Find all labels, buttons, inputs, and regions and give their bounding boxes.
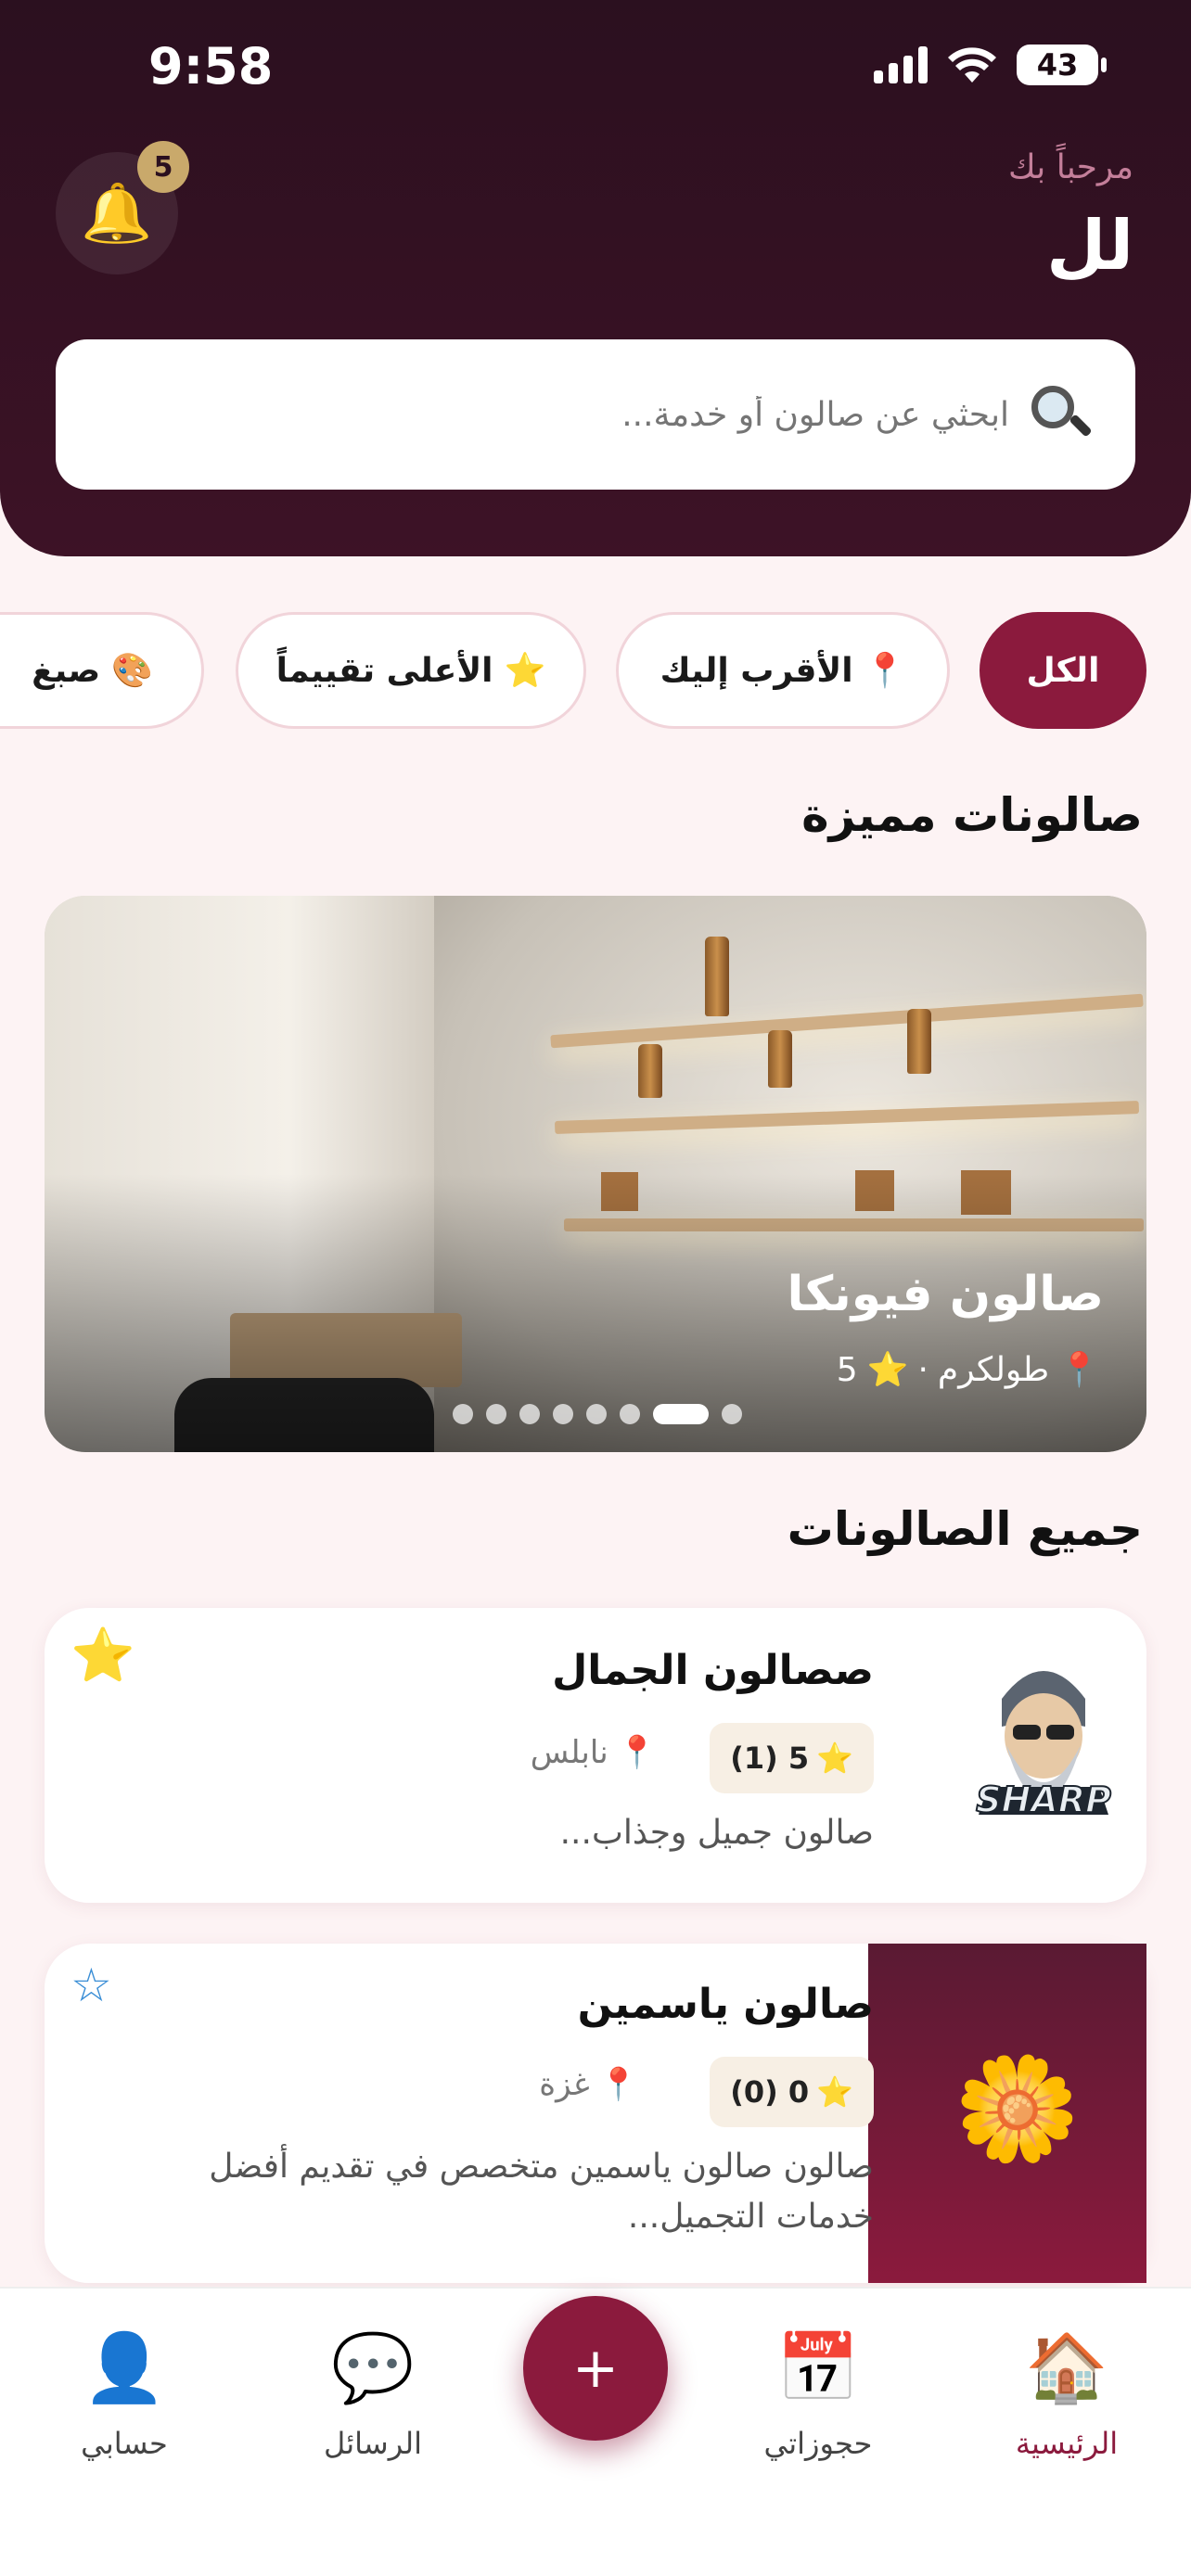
salon-rating: ⭐ 5 (1) xyxy=(710,1723,874,1793)
signal-icon xyxy=(874,46,928,83)
carousel-dot[interactable] xyxy=(722,1404,742,1424)
salon-location: 📍 نابلس xyxy=(531,1734,657,1771)
carousel-dot[interactable] xyxy=(620,1404,640,1424)
chip-label: الأقرب إليك xyxy=(660,651,853,690)
bottle xyxy=(907,1009,931,1074)
carousel-dot[interactable] xyxy=(453,1404,473,1424)
chip-label: صبغ xyxy=(32,651,101,690)
bottle xyxy=(705,937,729,1016)
nav-label: الرسائل xyxy=(324,2426,422,2461)
welcome-text: مرحباً بك xyxy=(1007,148,1133,186)
username: لل xyxy=(1046,206,1133,286)
filter-chips: الكل 📍 الأقرب إليك ⭐ الأعلى تقييماً 🎨 صب… xyxy=(0,612,1191,733)
rating-value: 0 (0) xyxy=(730,2074,810,2110)
search-input[interactable] xyxy=(174,395,1009,434)
status-icons: 43 xyxy=(874,45,1107,85)
featured-section-title: صالونات مميزة xyxy=(801,788,1143,842)
bottle xyxy=(638,1044,662,1098)
chat-bubble-icon: 💬 xyxy=(331,2327,415,2406)
location-text: غزة xyxy=(539,2066,590,2103)
carousel-dots xyxy=(453,1404,742,1424)
filter-chip-dye[interactable]: 🎨 صبغ xyxy=(0,612,204,729)
separator: · xyxy=(917,1350,928,1389)
search-bar[interactable] xyxy=(56,339,1135,490)
filter-chip-all[interactable]: الكل xyxy=(980,612,1146,729)
calendar-icon: 📅 xyxy=(776,2327,860,2406)
flower-icon: 🌼 xyxy=(954,2049,1081,2168)
filter-chip-nearest[interactable]: 📍 الأقرب إليك xyxy=(616,612,950,729)
pin-icon: 📍 xyxy=(1058,1351,1100,1389)
salon-name: صالون ياسمين xyxy=(577,1981,874,2028)
filter-chip-top-rated[interactable]: ⭐ الأعلى تقييماً xyxy=(236,612,586,729)
palette-icon: 🎨 xyxy=(111,652,153,690)
salon-name: صصالون الجمال xyxy=(552,1647,874,1694)
salon-description: صالون جميل وجذاب... xyxy=(559,1814,874,1852)
status-time: 9:58 xyxy=(148,37,274,96)
carousel-dot-active[interactable] xyxy=(653,1404,709,1424)
nav-label: حسابي xyxy=(81,2426,168,2461)
favorite-star-outline-icon[interactable]: ☆ xyxy=(70,1958,112,2012)
featured-rating: 5 xyxy=(836,1350,858,1389)
chip-label: الأعلى تقييماً xyxy=(275,651,493,690)
salon-location: 📍 غزة xyxy=(539,2066,638,2103)
pin-icon: 📍 xyxy=(598,2066,638,2103)
home-icon: 🏠 xyxy=(1025,2327,1108,2406)
star-icon: ⭐ xyxy=(504,652,546,690)
rating-value: 5 (1) xyxy=(730,1741,810,1776)
nav-messages[interactable]: 💬 الرسائل xyxy=(280,2326,466,2462)
nav-home[interactable]: 🏠 الرئيسية xyxy=(974,2326,1159,2462)
wifi-icon xyxy=(948,47,996,83)
nav-bookings[interactable]: 📅 حجوزاتي xyxy=(725,2326,911,2462)
nav-account[interactable]: 👤 حسابي xyxy=(32,2326,217,2462)
logo-text: SHARP xyxy=(976,1779,1111,1820)
featured-salon-meta: 📍 طولكرم · ⭐ 5 xyxy=(836,1350,1100,1390)
carousel-dot[interactable] xyxy=(486,1404,506,1424)
location-text: نابلس xyxy=(530,1734,608,1771)
salon-description: صالون صالون ياسمين متخصص في تقديم أفضل خ… xyxy=(209,2148,874,2236)
search-icon xyxy=(1031,386,1093,443)
pin-icon: 📍 xyxy=(617,1734,657,1771)
chip-label: الكل xyxy=(1026,651,1100,690)
star-icon: ⭐ xyxy=(816,2074,853,2110)
notification-badge: 5 xyxy=(137,141,189,193)
salon-logo: SHARP xyxy=(937,1634,1150,1847)
carousel-dot[interactable] xyxy=(586,1404,607,1424)
nav-label: الرئيسية xyxy=(1015,2426,1119,2461)
add-button[interactable]: + xyxy=(523,2296,668,2441)
pin-icon: 📍 xyxy=(864,652,906,690)
nav-label: حجوزاتي xyxy=(763,2426,873,2461)
bottle xyxy=(768,1030,792,1088)
featured-salon-card[interactable]: صالون فيونكا 📍 طولكرم · ⭐ 5 xyxy=(45,896,1146,1452)
star-icon: ⭐ xyxy=(866,1351,909,1389)
favorite-star-icon[interactable]: ⭐ xyxy=(70,1625,135,1686)
all-salons-title: جميع الصالونات xyxy=(787,1502,1143,1556)
carousel-dot[interactable] xyxy=(519,1404,540,1424)
bell-icon: 🔔 xyxy=(81,179,153,247)
salon-rating: ⭐ 0 (0) xyxy=(710,2057,874,2127)
featured-salon-name: صالون فيونكا xyxy=(787,1267,1104,1322)
carousel-dot[interactable] xyxy=(553,1404,573,1424)
star-icon: ⭐ xyxy=(816,1741,853,1776)
featured-location: طولكرم xyxy=(937,1350,1050,1389)
battery-icon: 43 xyxy=(1017,45,1107,85)
user-icon: 👤 xyxy=(83,2327,166,2406)
